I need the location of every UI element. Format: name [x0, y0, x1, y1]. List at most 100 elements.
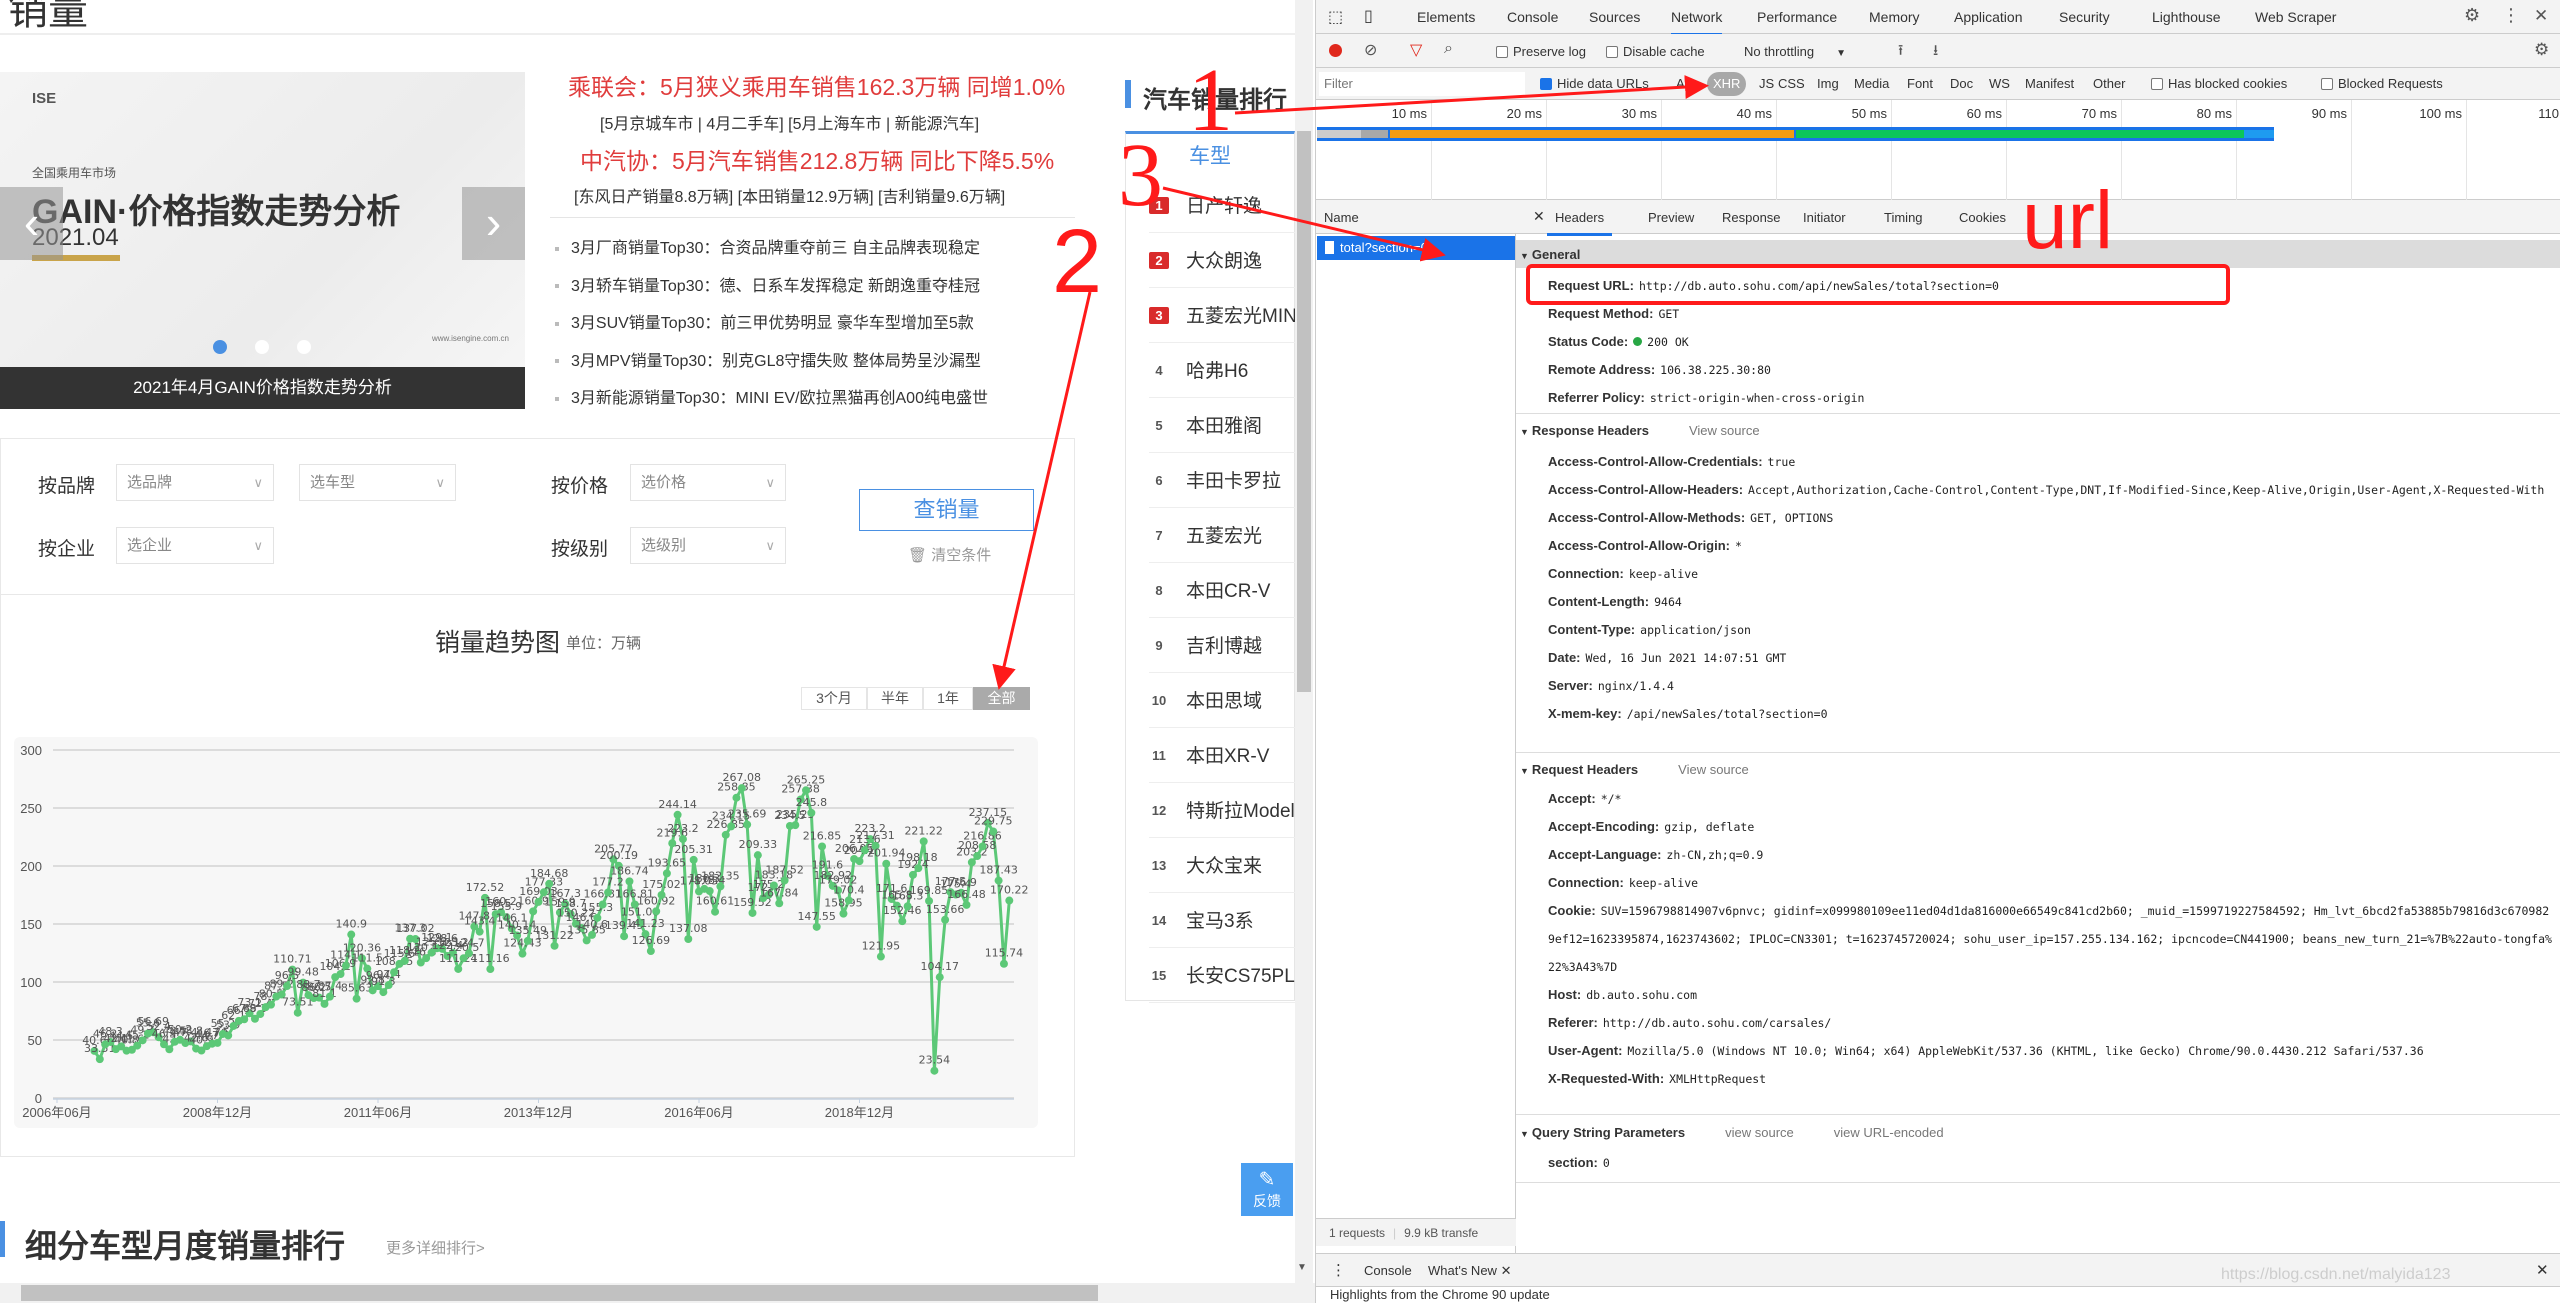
ranking-row[interactable]: 5 本田雅阁 — [1149, 398, 1295, 453]
scroll-down-icon[interactable]: ▼ — [1297, 1262, 1307, 1273]
disable-cache-checkbox[interactable]: Disable cache — [1606, 44, 1705, 59]
news-item[interactable]: 3月MPV销量Top30：别克GL8守擂失败 整体局势呈沙漏型 — [555, 347, 981, 371]
drawer-menu-icon[interactable]: ⋮ — [1331, 1261, 1346, 1279]
detail-tab-preview[interactable]: Preview — [1648, 210, 1694, 225]
header-value[interactable]: SUV=1596798814907v6pnvc; gidinf=x0999801… — [1548, 904, 2552, 974]
filter-input[interactable]: Filter — [1319, 72, 1525, 96]
tab-elements[interactable]: Elements — [1417, 9, 1475, 25]
ranking-row[interactable]: 7 五菱宏光 — [1149, 508, 1295, 563]
header-value[interactable]: GET, OPTIONS — [1750, 511, 1833, 525]
range-3-months[interactable]: 3个月 — [801, 687, 867, 710]
header-value[interactable]: * — [1735, 539, 1742, 553]
has-blocked-cookies-checkbox[interactable]: Has blocked cookies — [2151, 76, 2287, 91]
tab-model[interactable]: 车型 — [1125, 140, 1295, 170]
header-value[interactable]: /api/newSales/total?section=0 — [1627, 707, 1828, 721]
query-sales-button[interactable]: 查销量 — [859, 489, 1034, 531]
drawer-tab-console[interactable]: Console — [1364, 1263, 1412, 1278]
close-tab-icon[interactable]: ✕ — [1501, 1263, 1512, 1278]
record-icon[interactable] — [1329, 44, 1342, 57]
carousel-dot-2[interactable] — [255, 340, 269, 354]
filter-icon[interactable]: ▽ — [1410, 40, 1422, 60]
tab-memory[interactable]: Memory — [1869, 9, 1920, 25]
headline-link[interactable]: 中汽协：5月汽车销售212.8万辆 同比下降5.5% — [580, 142, 1054, 176]
name-column-header[interactable]: Name — [1316, 200, 1516, 234]
tab-network[interactable]: Network — [1671, 9, 1723, 36]
header-value[interactable]: 106.38.225.30:80 — [1660, 363, 1771, 377]
filter-type-font[interactable]: Font — [1901, 72, 1939, 96]
header-value[interactable]: Wed, 16 Jun 2021 14:07:51 GMT — [1586, 651, 1787, 665]
filter-type-media[interactable]: Media — [1848, 72, 1895, 96]
close-devtools-icon[interactable]: ✕ — [2534, 6, 2548, 26]
ranking-row[interactable]: 15 长安CS75PLU — [1149, 948, 1295, 1003]
filter-type-doc[interactable]: Doc — [1944, 72, 1979, 96]
banner-caption[interactable]: 2021年4月GAIN价格指数走势分析 — [0, 367, 525, 409]
general-header[interactable]: ▼ General — [1516, 240, 2560, 268]
company-select[interactable]: 选企业 ∨ — [116, 527, 274, 564]
detail-tab-cookies[interactable]: Cookies — [1959, 210, 2006, 225]
throttling-select[interactable]: No throttling ▼ — [1744, 44, 1846, 59]
header-value[interactable]: keep-alive — [1629, 567, 1698, 581]
feedback-button[interactable]: ✎ 反馈 — [1241, 1163, 1293, 1216]
filter-type-all[interactable]: All — [1670, 72, 1696, 96]
hide-data-urls-checkbox[interactable]: Hide data URLs — [1540, 76, 1649, 91]
news-item[interactable]: 3月SUV销量Top30：前三甲优势明显 豪华车型增加至5款 — [555, 309, 974, 333]
range-half-year[interactable]: 半年 — [867, 687, 923, 710]
query-params-header[interactable]: ▼ Query String Parameters view source view … — [1516, 1118, 2560, 1146]
close-drawer-icon[interactable]: ✕ — [2536, 1261, 2549, 1279]
header-value[interactable]: GET — [1658, 307, 1679, 321]
tab-sources[interactable]: Sources — [1589, 9, 1640, 25]
banner-carousel[interactable]: ISE 全国乘用车市场 GAIN·价格指数走势分析 2021.04 www.is… — [0, 72, 525, 409]
network-settings-icon[interactable]: ⚙ — [2534, 40, 2549, 60]
response-headers-header[interactable]: ▼ Response Headers View source — [1516, 416, 2560, 444]
view-source-link[interactable]: View source — [1678, 762, 1749, 777]
news-item[interactable]: 3月轿车销量Top30：德、日系车发挥稳定 新朗逸重夺桂冠 — [555, 272, 980, 296]
range-1-year[interactable]: 1年 — [923, 687, 973, 710]
request-row[interactable]: total?section=0 — [1317, 236, 1515, 260]
view-url-encoded-link[interactable]: view URL-encoded — [1834, 1125, 1944, 1140]
header-value[interactable]: true — [1768, 455, 1796, 469]
headline-sublinks[interactable]: [5月京城车市 | 4月二手车] [5月上海车市 | 新能源汽车] — [600, 110, 979, 134]
model-select[interactable]: 选车型 ∨ — [299, 464, 456, 501]
ranking-row[interactable]: 4 哈弗H6 — [1149, 343, 1295, 398]
tab-security[interactable]: Security — [2059, 9, 2110, 25]
header-value[interactable]: application/json — [1640, 623, 1751, 637]
settings-gear-icon[interactable]: ⚙ — [2464, 5, 2480, 26]
ranking-row[interactable]: 11 本田XR-V — [1149, 728, 1295, 783]
detail-tab-initiator[interactable]: Initiator — [1803, 210, 1846, 225]
header-value[interactable]: XMLHttpRequest — [1669, 1072, 1766, 1086]
ranking-row[interactable]: 14 宝马3系 — [1149, 893, 1295, 948]
filter-type-xhr[interactable]: XHR — [1707, 72, 1747, 96]
drawer-tab-whats-new[interactable]: What's New ✕ — [1428, 1263, 1512, 1290]
request-headers-header[interactable]: ▼ Request Headers View source — [1516, 755, 2560, 783]
news-item[interactable]: 3月新能源销量Top30：MINI EV/欧拉黑猫再创A00纯电盛世 — [555, 384, 988, 408]
carousel-dot-3[interactable] — [297, 340, 311, 354]
close-details-icon[interactable]: ✕ — [1533, 208, 1545, 225]
headline-sublinks[interactable]: [东风日产销量8.8万辆] [本田销量12.9万辆] [吉利销量9.6万辆] — [574, 183, 1005, 207]
ranking-row[interactable]: 2 大众朗逸 — [1149, 233, 1295, 288]
carousel-next-button[interactable]: › — [462, 187, 525, 260]
header-value[interactable]: nginx/1.4.4 — [1598, 679, 1674, 693]
price-select[interactable]: 选价格 ∨ — [630, 464, 786, 501]
blocked-requests-checkbox[interactable]: Blocked Requests — [2321, 76, 2443, 91]
ranking-row[interactable]: 13 大众宝来 — [1149, 838, 1295, 893]
tab-web-scraper[interactable]: Web Scraper — [2255, 9, 2336, 25]
header-value[interactable]: Accept,Authorization,Cache-Control,Conte… — [1748, 483, 2544, 497]
detail-tab-response[interactable]: Response — [1722, 210, 1781, 225]
filter-type-other[interactable]: Other — [2087, 72, 2132, 96]
header-value[interactable]: 9464 — [1654, 595, 1682, 609]
ranking-row[interactable]: 8 本田CR-V — [1149, 563, 1295, 618]
horizontal-scroll-thumb[interactable] — [21, 1285, 1098, 1301]
ranking-row[interactable]: 1 日产轩逸 — [1149, 178, 1295, 233]
detail-tab-timing[interactable]: Timing — [1884, 210, 1923, 225]
level-select[interactable]: 选级别 ∨ — [630, 527, 786, 564]
tab-lighthouse[interactable]: Lighthouse — [2152, 9, 2221, 25]
header-value[interactable]: http://db.auto.sohu.com/api/newSales/tot… — [1639, 279, 1999, 293]
more-rankings-link[interactable]: 更多详细排行> — [386, 1237, 485, 1258]
tab-application[interactable]: Application — [1954, 9, 2023, 25]
header-value[interactable]: gzip, deflate — [1664, 820, 1754, 834]
import-har-icon[interactable]: ⭱ — [1898, 40, 1903, 65]
header-value[interactable]: 200 OK — [1647, 335, 1689, 349]
range-all[interactable]: 全部 — [973, 687, 1030, 710]
header-value[interactable]: zh-CN,zh;q=0.9 — [1666, 848, 1763, 862]
filter-type-img[interactable]: Img — [1811, 72, 1845, 96]
